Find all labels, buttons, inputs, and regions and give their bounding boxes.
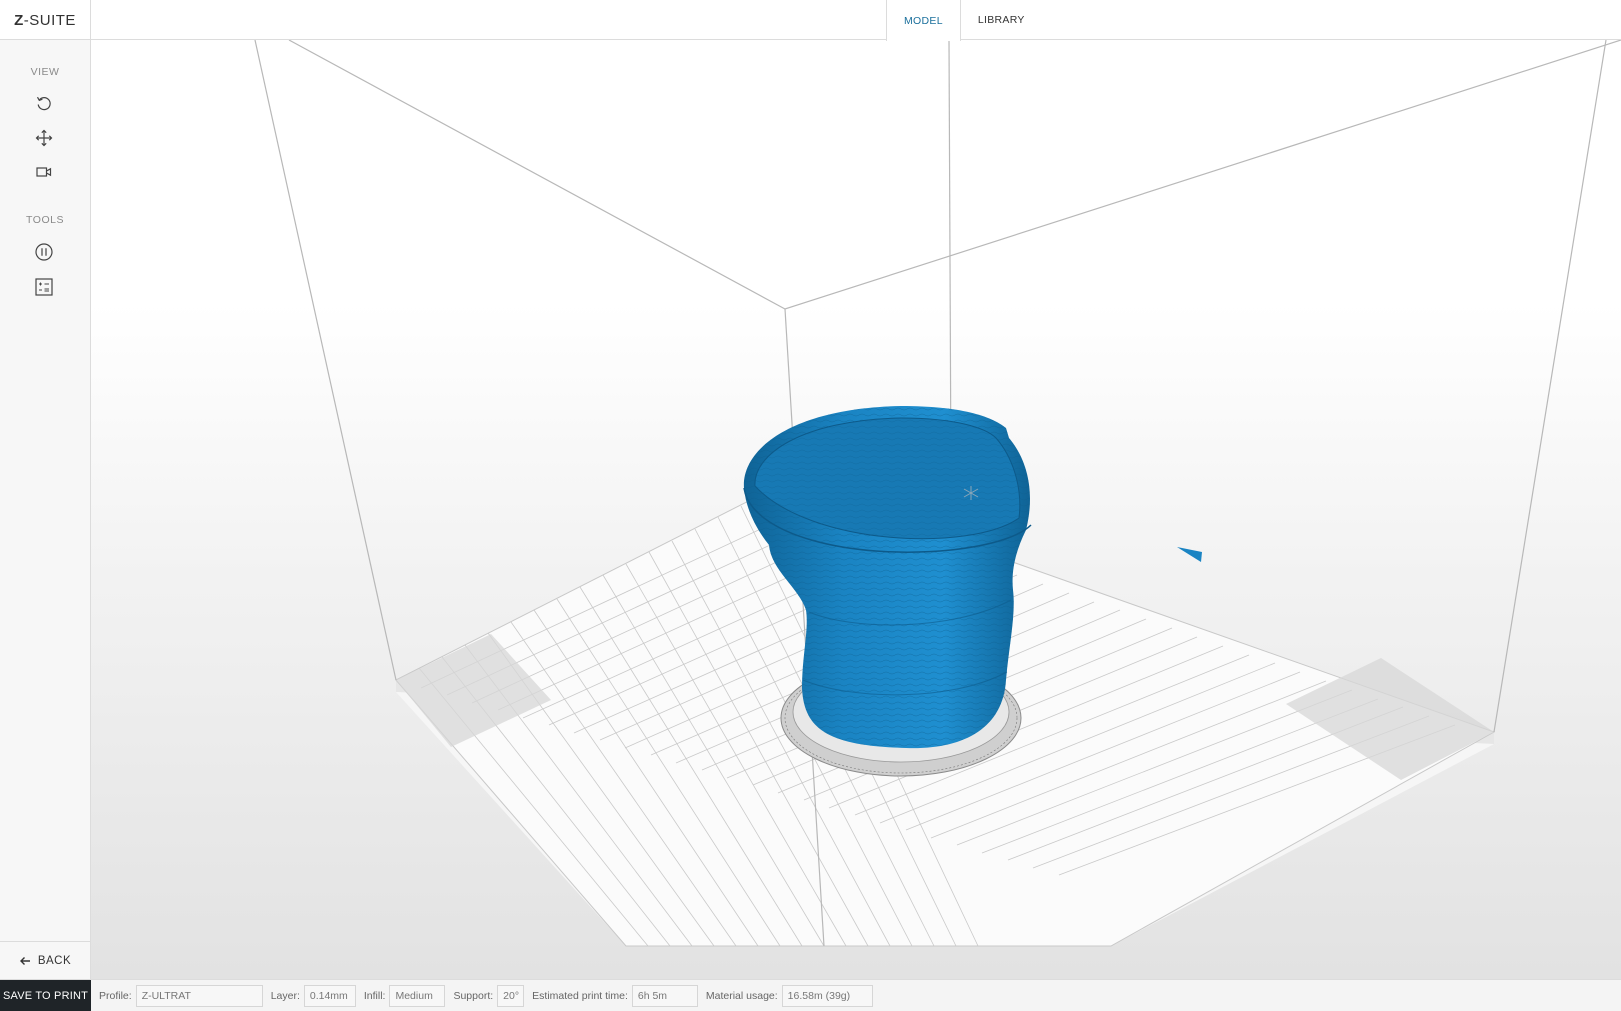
tab-bar: MODEL LIBRARY	[886, 0, 1042, 41]
print-time-value: 6h 5m	[631, 984, 698, 1007]
scene-canvas	[254, 40, 1621, 947]
orientation-marker-icon	[1177, 547, 1202, 562]
material-usage-value: 16.58m (39g)	[781, 984, 873, 1007]
camera-view-button[interactable]	[31, 160, 57, 184]
checklist-icon	[35, 278, 53, 296]
rotate-view-button[interactable]	[31, 91, 57, 115]
pause-icon	[35, 243, 53, 261]
pan-view-button[interactable]	[31, 126, 57, 150]
status-bar: SAVE TO PRINT Profile: Z-ULTRAT Layer: 0…	[0, 979, 1621, 1011]
arrow-left-icon	[19, 956, 30, 965]
profile-field[interactable]: Z-ULTRAT	[135, 984, 263, 1007]
pause-tool-button[interactable]	[31, 240, 57, 264]
infill-label: Infill:	[363, 989, 386, 1002]
app-window: Z -SUITE MODEL LIBRARY VIEW TOOLS BACK S…	[0, 0, 1621, 1011]
sidebar: VIEW TOOLS BACK	[0, 40, 91, 979]
back-label: BACK	[37, 954, 72, 967]
settings-tool-button[interactable]	[31, 275, 57, 299]
logo-suffix: -SUITE	[23, 11, 76, 29]
support-field[interactable]: 20°	[497, 984, 525, 1007]
app-logo: Z -SUITE	[0, 0, 91, 40]
top-bar: Z -SUITE MODEL LIBRARY	[0, 0, 1621, 41]
view-section-label: VIEW	[30, 66, 60, 78]
infill-field[interactable]: Medium	[389, 984, 446, 1007]
camera-icon	[36, 167, 52, 177]
tab-library[interactable]: LIBRARY	[961, 0, 1042, 40]
logo-prefix: Z	[14, 11, 24, 29]
support-label: Support:	[453, 989, 494, 1002]
save-to-print-button[interactable]: SAVE TO PRINT	[0, 979, 91, 1011]
tab-model[interactable]: MODEL	[886, 0, 961, 41]
3d-viewport[interactable]	[91, 40, 1621, 979]
profile-label: Profile:	[99, 989, 132, 1002]
tools-section-label: TOOLS	[26, 214, 64, 226]
pan-icon	[35, 129, 53, 147]
material-usage-label: Material usage:	[705, 989, 778, 1002]
back-button[interactable]: BACK	[0, 941, 90, 979]
rotate-icon	[36, 96, 51, 111]
print-time-label: Estimated print time:	[532, 989, 628, 1002]
layer-field[interactable]: 0.14mm	[303, 984, 356, 1007]
layer-label: Layer:	[270, 989, 300, 1002]
